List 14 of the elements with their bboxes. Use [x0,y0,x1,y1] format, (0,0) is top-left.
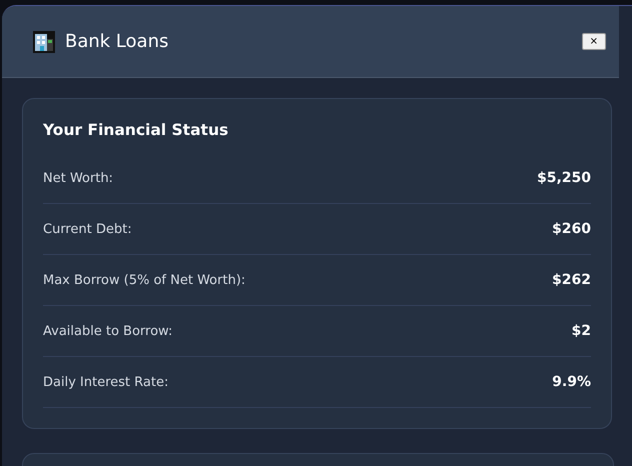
stat-label: Current Debt: [43,222,132,236]
stat-label: Available to Borrow: [43,324,172,338]
card-title: Your Financial Status [43,121,230,139]
stat-value: $2 [572,323,591,339]
stat-value: $5,250 [536,170,591,186]
stat-value: 9.9% [552,374,591,390]
stat-label: Daily Interest Rate: [43,374,168,390]
stat-value: $262 [552,272,591,288]
stat-value: $260 [552,221,591,237]
stat-label: Net Worth: [43,170,114,186]
window-title: Bank Loans [65,31,170,52]
building-icon [33,30,55,52]
stat-label: Max Borrow (5% of Net Worth): [43,272,246,288]
close-button[interactable]: × [582,33,606,50]
